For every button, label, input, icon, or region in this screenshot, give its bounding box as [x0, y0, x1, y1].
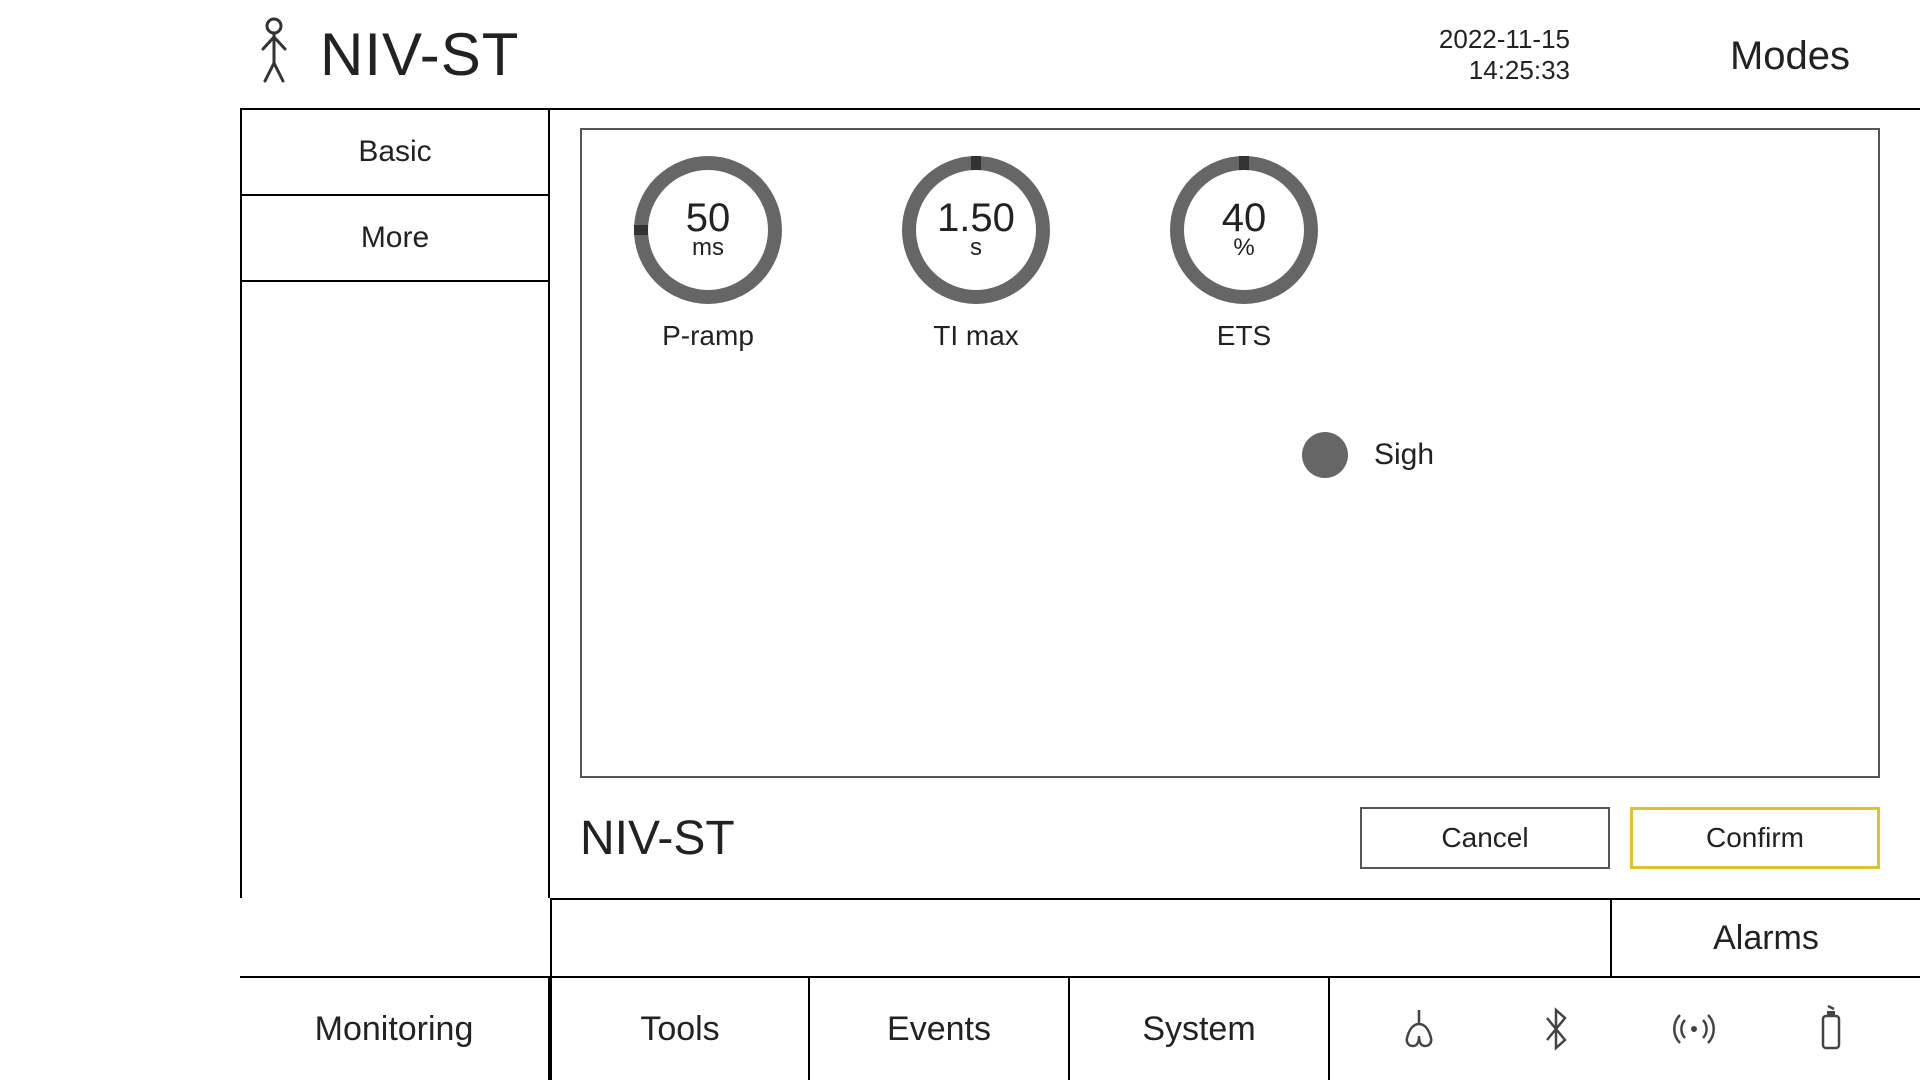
dial-unit: % [1233, 234, 1254, 262]
battery-icon[interactable] [1806, 1004, 1856, 1054]
dial-value: 40 [1222, 198, 1267, 238]
dial-label: TI max [933, 320, 1019, 352]
dial-value: 50 [686, 198, 731, 238]
dial-unit: ms [692, 234, 724, 262]
sidebar-blank [242, 282, 550, 898]
dial-label: P-ramp [662, 320, 754, 352]
modes-button[interactable]: Modes [1730, 34, 1850, 79]
dial-label: ETS [1217, 320, 1271, 352]
datetime: 2022-11-15 14:25:33 [1439, 24, 1570, 86]
bottom-nav: Monitoring Tools Events System [240, 976, 1920, 1080]
dial-p-ramp[interactable]: 50 ms P-ramp [634, 156, 782, 352]
dial-unit: s [970, 234, 982, 262]
mode-title: NIV-ST [320, 20, 519, 89]
time-text: 14:25:33 [1439, 55, 1570, 86]
cancel-button[interactable]: Cancel [1360, 807, 1610, 869]
dial-ti-max[interactable]: 1.50 s TI max [902, 156, 1050, 352]
settings-panel: 50 ms P-ramp 1.50 s TI max [580, 128, 1880, 778]
nav-events[interactable]: Events [810, 978, 1070, 1080]
nav-monitoring[interactable]: Monitoring [240, 978, 550, 1080]
bluetooth-icon[interactable] [1531, 1004, 1581, 1054]
nav-tools[interactable]: Tools [550, 978, 810, 1080]
mode-subtitle: NIV-ST [580, 811, 735, 866]
patient-icon [252, 17, 296, 92]
alarms-button[interactable]: Alarms [1610, 900, 1920, 976]
sigh-label: Sigh [1374, 438, 1434, 472]
tab-basic[interactable]: Basic [242, 110, 548, 196]
lungs-icon[interactable] [1394, 1004, 1444, 1054]
tab-more[interactable]: More [242, 196, 548, 282]
confirm-button[interactable]: Confirm [1630, 807, 1880, 869]
dial-value: 1.50 [937, 198, 1015, 238]
header-bar: NIV-ST 2022-11-15 14:25:33 Modes [240, 0, 1920, 110]
date-text: 2022-11-15 [1439, 24, 1570, 55]
dial-ets[interactable]: 40 % ETS [1170, 156, 1318, 352]
sigh-toggle[interactable] [1302, 432, 1348, 478]
signal-icon[interactable] [1669, 1004, 1719, 1054]
nav-system[interactable]: System [1070, 978, 1330, 1080]
